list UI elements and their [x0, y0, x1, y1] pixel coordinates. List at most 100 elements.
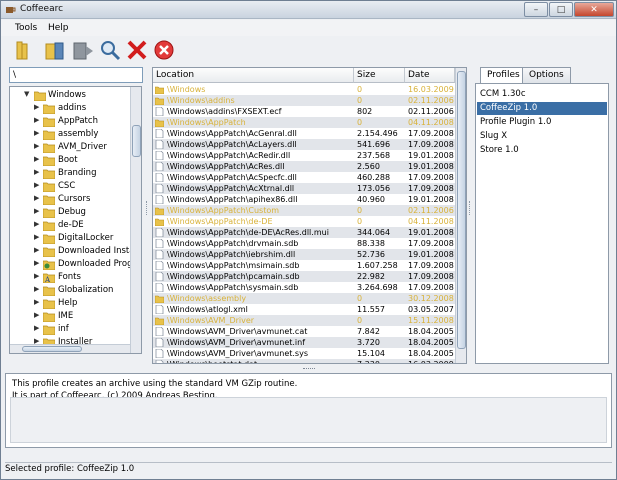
file-row[interactable]: \Windows\AppPatch\de-DE\AcRes.dll.mui 344… [153, 227, 455, 238]
tree-node[interactable]: ▶ Globalization [10, 284, 130, 297]
file-row[interactable]: \Windows\AppPatch\apihex86.dll 40.960 19.0… [153, 194, 455, 205]
tree-node[interactable]: ▶ CSC [10, 180, 130, 193]
open-folder-button[interactable] [14, 38, 38, 62]
expand-arrow-icon[interactable]: ▶ [34, 155, 39, 163]
profile-item[interactable]: Profile Plugin 1.0 [477, 116, 607, 129]
file-row[interactable]: \Windows\AppPatch\AcSpecfc.dll 460.288 17.… [153, 172, 455, 183]
tree-node[interactable]: ▶ Branding [10, 167, 130, 180]
expand-arrow-icon[interactable]: ▶ [34, 272, 39, 280]
expand-arrow-icon[interactable]: ▶ [34, 129, 39, 137]
tree-node[interactable]: ▶ DigitalLocker [10, 232, 130, 245]
expand-arrow-icon[interactable]: ▶ [34, 181, 39, 189]
expand-arrow-icon[interactable]: ▶ [34, 220, 39, 228]
minimize-button[interactable]: – [524, 2, 548, 17]
right-splitter[interactable] [469, 201, 473, 215]
file-row[interactable]: \Windows\assembly 0 30.12.2008 [153, 293, 455, 304]
tree-node[interactable]: ▶ inf [10, 323, 130, 336]
tab-options[interactable]: Options [522, 67, 571, 83]
tree-hscroll-thumb[interactable] [22, 346, 82, 352]
path-input[interactable] [9, 67, 143, 83]
file-row[interactable]: \Windows\AppPatch\AcGenral.dll 2.154.496 1… [153, 128, 455, 139]
close-window-button[interactable]: ✕ [574, 2, 614, 17]
file-row[interactable]: \Windows\AppPatch\pcamain.sdb 22.982 17.09… [153, 271, 455, 282]
file-row[interactable]: \Windows\AppPatch 0 04.11.2008 [153, 117, 455, 128]
file-row[interactable]: \Windows\AppPatch\Custom 0 02.11.2006 [153, 205, 455, 216]
tree-node[interactable]: ▶ A Fonts [10, 271, 130, 284]
expand-arrow-icon[interactable]: ▶ [34, 233, 39, 241]
file-row[interactable]: \Windows\AVM_Driver 0 15.11.2008 [153, 315, 455, 326]
file-row[interactable]: \Windows\AVM_Driver\avmunet.inf 3.720 18.0… [153, 337, 455, 348]
tree-node[interactable]: ▶ Downloaded Progra [10, 258, 141, 271]
file-row[interactable]: \Windows\AppPatch\AcRedir.dll 237.568 19.0… [153, 150, 455, 161]
file-size: 22.982 [357, 272, 385, 281]
file-scroll-thumb[interactable] [457, 71, 466, 349]
file-row[interactable]: \Windows\AppPatch\de-DE 0 04.11.2008 [153, 216, 455, 227]
file-row[interactable]: \Windows\addins\FXSEXT.ecf 802 02.11.2006 [153, 106, 455, 117]
search-button[interactable] [98, 38, 122, 62]
tree-node[interactable]: ▶ Debug [10, 206, 130, 219]
delete-button[interactable] [125, 38, 149, 62]
column-header-date[interactable]: Date [405, 68, 455, 83]
column-header-location[interactable]: Location [153, 68, 354, 83]
maximize-button[interactable]: □ [549, 2, 573, 17]
tree-scroll-thumb[interactable] [132, 125, 141, 157]
file-row[interactable]: \Windows\AVM_Driver\avmunet.cat 7.842 18.0… [153, 326, 455, 337]
expand-arrow-icon[interactable]: ▶ [34, 168, 39, 176]
file-row[interactable]: \Windows\AppPatch\AcRes.dll 2.560 19.01.20… [153, 161, 455, 172]
file-row[interactable]: \Windows\addins 0 02.11.2006 [153, 95, 455, 106]
profile-item[interactable]: CoffeeZip 1.0 [477, 102, 607, 115]
file-vertical-scrollbar[interactable] [455, 68, 466, 363]
expand-arrow-icon[interactable]: ▶ [34, 103, 39, 111]
file-row[interactable]: \Windows 0 16.03.2009 [153, 84, 455, 95]
tree-horizontal-scrollbar[interactable] [10, 344, 130, 353]
tree-node[interactable]: ▶ Downloaded Installa [10, 245, 141, 258]
expand-arrow-icon[interactable]: ▶ [34, 142, 39, 150]
cancel-button[interactable] [152, 38, 176, 62]
file-row[interactable]: \Windows\AppPatch\sysmain.sdb 3.264.698 17… [153, 282, 455, 293]
file-row[interactable]: \Windows\AppPatch\msimain.sdb 1.607.258 17… [153, 260, 455, 271]
tree-node-root[interactable]: ▼ Windows [10, 89, 130, 102]
file-row[interactable]: \Windows\AppPatch\AcXtrnal.dll 173.056 17.… [153, 183, 455, 194]
tree-node[interactable]: ▶ IME [10, 310, 130, 323]
expand-arrow-icon[interactable]: ▼ [24, 90, 29, 98]
fonts-folder-icon: A [43, 273, 55, 283]
extract-button[interactable] [71, 38, 95, 62]
expand-arrow-icon[interactable]: ▶ [34, 259, 39, 267]
file-date: 03.05.2007 [408, 305, 454, 314]
menu-tools[interactable]: Tools [15, 23, 37, 33]
menu-help[interactable]: Help [48, 23, 69, 33]
tree-vertical-scrollbar[interactable] [130, 87, 141, 353]
expand-arrow-icon[interactable]: ▶ [34, 246, 39, 254]
file-row[interactable]: \Windows\bootstat.dat 7.330 16.03.2009 [153, 359, 455, 363]
left-splitter[interactable] [146, 201, 150, 215]
tree-node[interactable]: ▶ AVM_Driver [10, 141, 130, 154]
title-bar[interactable]: Coffeearc – □ ✕ [1, 1, 616, 19]
profile-item[interactable]: CCM 1.30c [477, 88, 607, 101]
tree-node[interactable]: ▶ assembly [10, 128, 130, 141]
expand-arrow-icon[interactable]: ▶ [34, 324, 39, 332]
expand-arrow-icon[interactable]: ▶ [34, 194, 39, 202]
expand-arrow-icon[interactable]: ▶ [34, 116, 39, 124]
expand-arrow-icon[interactable]: ▶ [34, 285, 39, 293]
horizontal-splitter[interactable] [5, 366, 612, 372]
expand-arrow-icon[interactable]: ▶ [34, 298, 39, 306]
tree-node[interactable]: ▶ addins [10, 102, 130, 115]
file-row[interactable]: \Windows\AppPatch\AcLayers.dll 541.696 17.… [153, 139, 455, 150]
column-header-size[interactable]: Size [354, 68, 405, 83]
profile-item[interactable]: Slug X [477, 130, 607, 143]
tree-node[interactable]: ▶ Boot [10, 154, 130, 167]
tree-node[interactable]: ▶ de-DE [10, 219, 130, 232]
expand-arrow-icon[interactable]: ▶ [34, 207, 39, 215]
tree-node[interactable]: ▶ Help [10, 297, 130, 310]
expand-arrow-icon[interactable]: ▶ [34, 311, 39, 319]
profile-item[interactable]: Store 1.0 [477, 144, 607, 157]
tree-node[interactable]: ▶ Cursors [10, 193, 130, 206]
file-row[interactable]: \Windows\AVM_Driver\avmunet.sys 15.104 18.… [153, 348, 455, 359]
file-row[interactable]: \Windows\AppPatch\drvmain.sdb 88.338 17.09… [153, 238, 455, 249]
add-to-archive-button[interactable] [43, 38, 67, 62]
tree-node[interactable]: ▶ AppPatch [10, 115, 130, 128]
file-row[interactable]: \Windows\AppPatch\iebrshim.dll 52.736 19.0… [153, 249, 455, 260]
tab-profiles[interactable]: Profiles [480, 67, 527, 84]
file-date: 18.04.2005 [408, 338, 454, 347]
file-row[interactable]: \Windows\atlogl.xml 11.557 03.05.2007 [153, 304, 455, 315]
